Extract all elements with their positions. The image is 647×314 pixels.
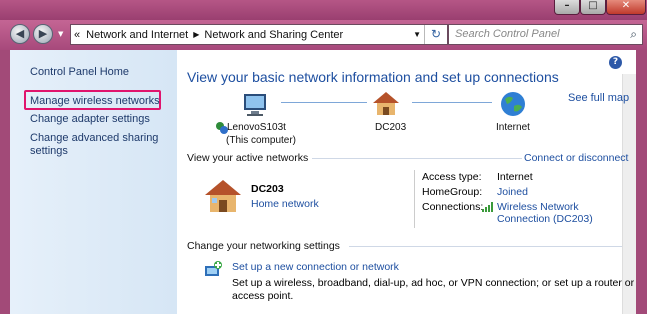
wireless-signal-icon: [482, 202, 493, 212]
forward-button[interactable]: ▶: [33, 24, 53, 44]
change-settings-title: Change your networking settings: [187, 240, 340, 252]
breadcrumb-network-and-internet[interactable]: Network and Internet: [83, 29, 191, 41]
page-title: View your basic network information and …: [187, 69, 559, 85]
breadcrumb-overflow-icon[interactable]: «: [71, 29, 83, 41]
wireless-connection-link[interactable]: Wireless Network: [497, 201, 579, 213]
internet-globe-icon: [501, 92, 525, 116]
search-icon[interactable]: ⌕: [630, 27, 637, 42]
active-networks-title: View your active networks: [187, 152, 309, 164]
network-type-link[interactable]: Home network: [251, 198, 319, 210]
network-node-name: DC203: [375, 122, 407, 133]
sidebar: Control Panel Home Manage wireless netwo…: [10, 50, 177, 314]
computer-name: LenovoS103t: [227, 122, 286, 133]
homegroup-joined-link[interactable]: Joined: [497, 186, 528, 198]
new-connection-icon: [205, 261, 222, 276]
title-bar: – □ ✕: [0, 0, 647, 20]
homegroup-label: HomeGroup:: [422, 186, 483, 198]
connect-or-disconnect-link[interactable]: Connect or disconnect: [524, 152, 628, 164]
breadcrumb-separator-icon[interactable]: ▶: [191, 30, 201, 39]
help-icon[interactable]: ?: [609, 56, 622, 69]
divider: [349, 246, 622, 247]
back-button[interactable]: ◀: [10, 24, 30, 44]
active-network-name: DC203: [251, 183, 284, 195]
recent-pages-dropdown-icon[interactable]: ▼: [58, 30, 63, 38]
separator: [414, 170, 415, 228]
see-full-map-link[interactable]: See full map: [568, 92, 629, 104]
close-button[interactable]: ✕: [606, 0, 646, 15]
sidebar-item-advanced-sharing[interactable]: Change advanced sharing: [30, 131, 158, 145]
sidebar-item-change-adapter[interactable]: Change adapter settings: [30, 112, 150, 126]
connection-line: [412, 102, 492, 103]
computer-subtitle: (This computer): [226, 135, 297, 146]
main-panel: ? View your basic network information an…: [177, 50, 636, 314]
sidebar-item-control-panel-home[interactable]: Control Panel Home: [30, 65, 129, 79]
connections-label: Connections:: [422, 201, 484, 213]
internet-label: Internet: [496, 122, 530, 133]
house-icon: [373, 92, 399, 115]
access-type-label: Access type:: [422, 171, 482, 183]
setup-description-cont: access point.: [232, 290, 294, 302]
sidebar-item-advanced-sharing-cont[interactable]: settings: [30, 144, 68, 158]
sidebar-item-manage-wireless[interactable]: Manage wireless networks: [30, 94, 160, 108]
forward-arrow-icon: ▶: [38, 27, 48, 40]
breadcrumb-network-sharing-center[interactable]: Network and Sharing Center: [201, 29, 346, 41]
connection-line: [281, 102, 367, 103]
back-arrow-icon: ◀: [15, 27, 25, 40]
setup-description: Set up a wireless, broadband, dial-up, a…: [232, 277, 635, 289]
minimize-button[interactable]: –: [554, 0, 580, 15]
address-toolbar: ◀ ▶ ▼ « Network and Internet ▶ Network a…: [0, 20, 647, 50]
access-type-value: Internet: [497, 171, 533, 183]
divider: [312, 158, 522, 159]
computer-icon: [244, 94, 266, 116]
home-network-icon: [205, 180, 241, 212]
address-dropdown-icon[interactable]: ▼: [413, 30, 421, 39]
maximize-button[interactable]: □: [580, 0, 606, 15]
content-area: Control Panel Home Manage wireless netwo…: [10, 50, 636, 314]
search-placeholder: Search Control Panel: [455, 28, 560, 40]
search-input[interactable]: Search Control Panel ⌕: [448, 24, 643, 45]
breadcrumb[interactable]: « Network and Internet ▶ Network and Sha…: [70, 24, 448, 45]
setup-new-connection-link[interactable]: Set up a new connection or network: [232, 261, 399, 273]
wireless-connection-link-cont[interactable]: Connection (DC203): [497, 213, 593, 225]
refresh-icon[interactable]: ↻: [424, 25, 447, 44]
